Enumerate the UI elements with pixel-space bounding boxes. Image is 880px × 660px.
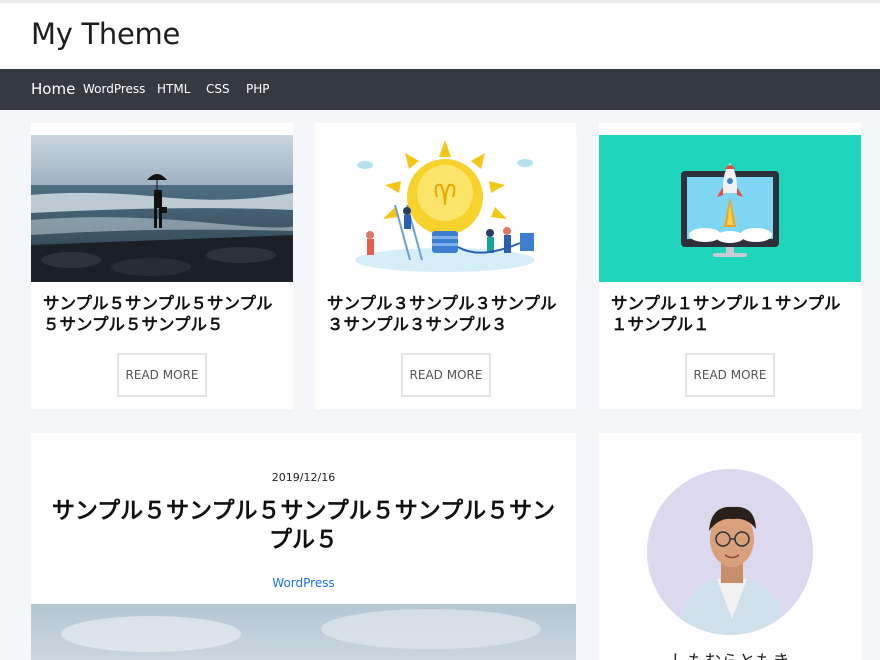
nav-item-css[interactable]: CSS [206, 69, 230, 110]
card-title[interactable]: サンプル５サンプル５サンプル５サンプル５サンプル５ [43, 293, 287, 335]
nav-item-html[interactable]: HTML [157, 69, 190, 110]
read-more-button[interactable]: READ MORE [117, 353, 207, 397]
card-thumbnail[interactable] [599, 135, 861, 282]
read-more-button[interactable]: READ MORE [685, 353, 775, 397]
post-card: サンプル１サンプル１サンプル１サンプル１ READ MORE [599, 123, 861, 409]
author-name: しもむらともき [599, 647, 861, 660]
post-featured-image [31, 604, 576, 660]
read-more-button[interactable]: READ MORE [401, 353, 491, 397]
nav-item-home[interactable]: Home [31, 69, 75, 110]
card-title[interactable]: サンプル３サンプル３サンプル３サンプル３サンプル３ [327, 293, 571, 335]
avatar [647, 469, 813, 635]
post-card: サンプル５サンプル５サンプル５サンプル５サンプル５ READ MORE [31, 123, 293, 409]
profile-widget: しもむらともき [599, 433, 861, 660]
card-thumbnail[interactable] [315, 135, 577, 282]
post-card: サンプル３サンプル３サンプル３サンプル３サンプル３ READ MORE [315, 123, 577, 409]
card-title[interactable]: サンプル１サンプル１サンプル１サンプル１ [611, 293, 855, 335]
post-date: 2019/12/16 [271, 471, 336, 484]
site-title[interactable]: My Theme [31, 17, 180, 51]
post-category-link[interactable]: WordPress [31, 576, 576, 590]
post-title: サンプル５サンプル５サンプル５サンプル５サンプル５ [51, 498, 556, 553]
post-article: 2019/12/16 サンプル５サンプル５サンプル５サンプル５サンプル５ Wor… [31, 433, 576, 660]
card-thumbnail[interactable] [31, 135, 293, 282]
profile-photo-image [647, 469, 813, 635]
main-nav: Home WordPress HTML CSS PHP [0, 69, 880, 110]
nav-item-php[interactable]: PHP [246, 69, 270, 110]
sky-photo-image [31, 604, 576, 660]
umbrella-photo-image [31, 135, 293, 282]
nav-item-wordpress[interactable]: WordPress [83, 69, 145, 110]
rocket-monitor-image [599, 135, 861, 282]
site-header: My Theme [0, 3, 880, 69]
lightbulb-illustration-image [315, 135, 577, 282]
